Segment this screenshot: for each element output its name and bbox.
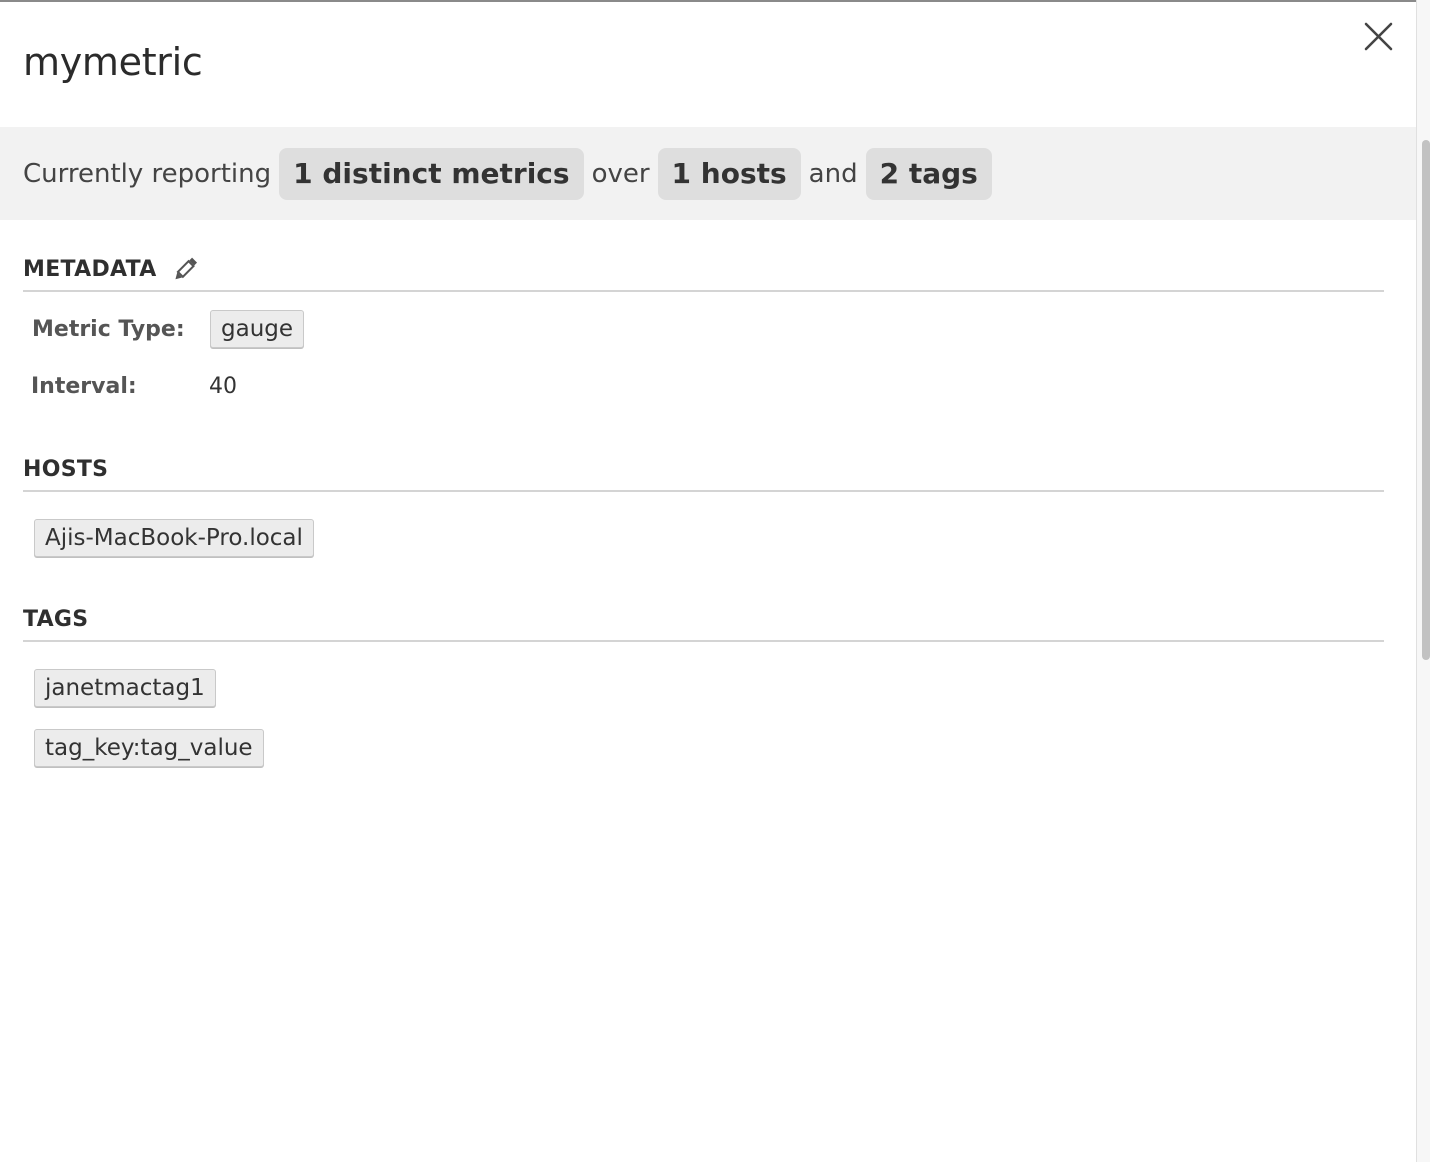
summary-over: over: [591, 158, 650, 189]
tags-title: TAGS: [23, 606, 89, 632]
interval-row: Interval: 40: [31, 366, 237, 406]
page-title: mymetric: [23, 40, 203, 84]
hosts-title: HOSTS: [23, 456, 109, 482]
metadata-header: METADATA: [23, 252, 1384, 292]
host-chip[interactable]: Ajis-MacBook-Pro.local: [34, 519, 314, 557]
tag-chip[interactable]: tag_key:tag_value: [34, 729, 264, 767]
tag-chip[interactable]: janetmactag1: [34, 669, 216, 707]
metric-detail-panel: mymetric Currently reporting 1 distinct …: [0, 0, 1416, 1162]
metric-type-value: gauge: [210, 310, 305, 348]
hosts-list: Ajis-MacBook-Pro.local: [34, 519, 314, 557]
metrics-count-badge: 1 distinct metrics: [279, 147, 584, 200]
tags-header: TAGS: [23, 602, 1384, 642]
scrollbar-thumb[interactable]: [1422, 140, 1430, 660]
interval-label: Interval:: [31, 373, 137, 399]
close-button[interactable]: [1360, 19, 1396, 55]
summary-prefix: Currently reporting: [23, 158, 272, 189]
hosts-header: HOSTS: [23, 452, 1384, 492]
tags-count-badge: 2 tags: [865, 147, 992, 200]
metric-type-row: Metric Type: gauge: [32, 309, 305, 349]
metadata-title: METADATA: [23, 256, 157, 282]
pencil-icon: [175, 257, 197, 280]
tags-list: janetmactag1 tag_key:tag_value: [34, 669, 264, 767]
metric-type-label: Metric Type:: [32, 316, 185, 342]
tags-section: TAGS: [23, 602, 1384, 642]
summary-and: and: [808, 158, 858, 189]
hosts-count-badge: 1 hosts: [657, 147, 801, 200]
metadata-section: METADATA: [23, 252, 1384, 292]
reporting-summary: Currently reporting 1 distinct metrics o…: [0, 127, 1416, 220]
interval-value: 40: [209, 373, 237, 399]
hosts-section: HOSTS: [23, 452, 1384, 492]
close-icon: [1364, 22, 1393, 51]
edit-metadata-button[interactable]: [171, 255, 199, 283]
